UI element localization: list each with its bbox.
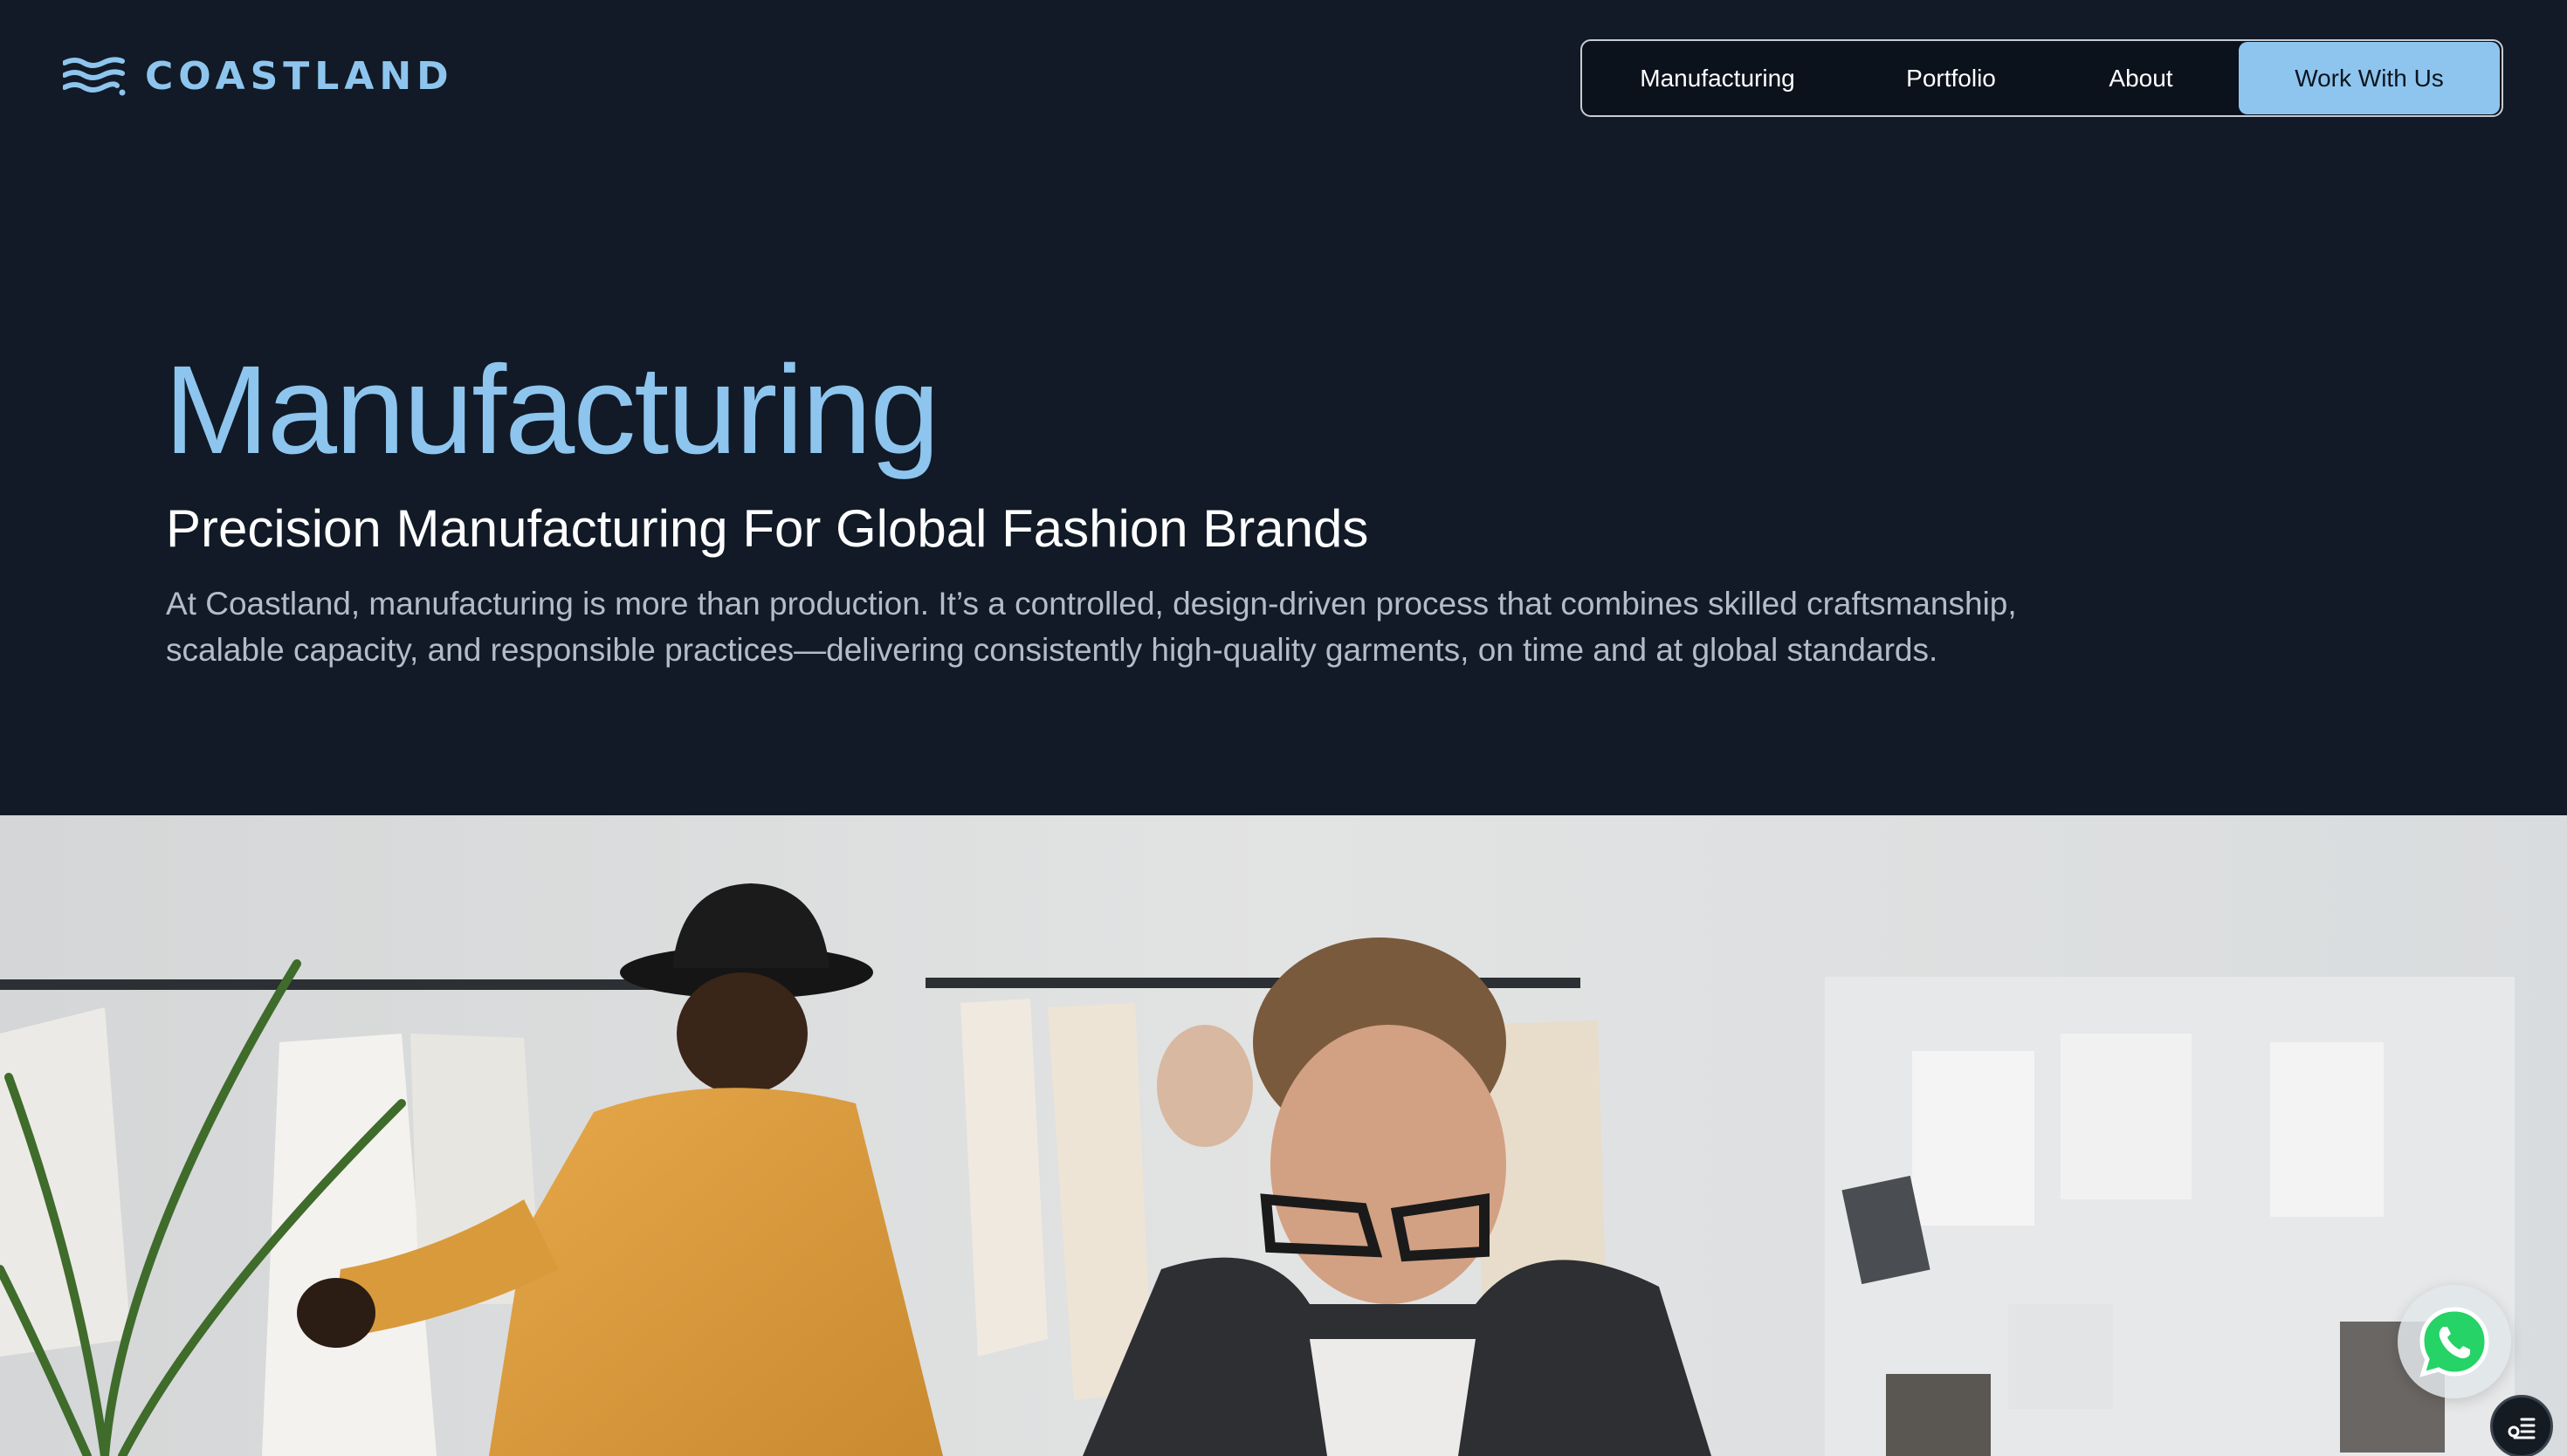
- whatsapp-chat-button[interactable]: [2398, 1285, 2511, 1398]
- nav-item-about[interactable]: About: [2049, 41, 2233, 115]
- studio-scene-illustration: [0, 815, 2567, 1456]
- hero-subtitle: Precision Manufacturing For Global Fashi…: [166, 499, 1369, 558]
- page: COASTLAND Manufacturing Portfolio About …: [0, 0, 2567, 1456]
- hero-image: [0, 815, 2567, 1456]
- nav-item-manufacturing[interactable]: Manufacturing: [1582, 41, 1853, 115]
- brand-name: COASTLAND: [145, 54, 454, 99]
- accessibility-menu-icon: [2508, 1418, 2536, 1439]
- page-title: Manufacturing: [164, 340, 940, 480]
- accessibility-menu-button[interactable]: [2490, 1395, 2553, 1456]
- waves-logo-icon: [63, 57, 126, 96]
- hero-description: At Coastland, manufacturing is more than…: [166, 586, 2017, 668]
- brand-logo[interactable]: COASTLAND: [63, 56, 454, 98]
- main-nav: Manufacturing Portfolio About Work With …: [1580, 39, 2503, 117]
- whatsapp-icon: [2419, 1307, 2489, 1377]
- nav-item-portfolio[interactable]: Portfolio: [1853, 41, 2049, 115]
- work-with-us-button[interactable]: Work With Us: [2239, 42, 2500, 114]
